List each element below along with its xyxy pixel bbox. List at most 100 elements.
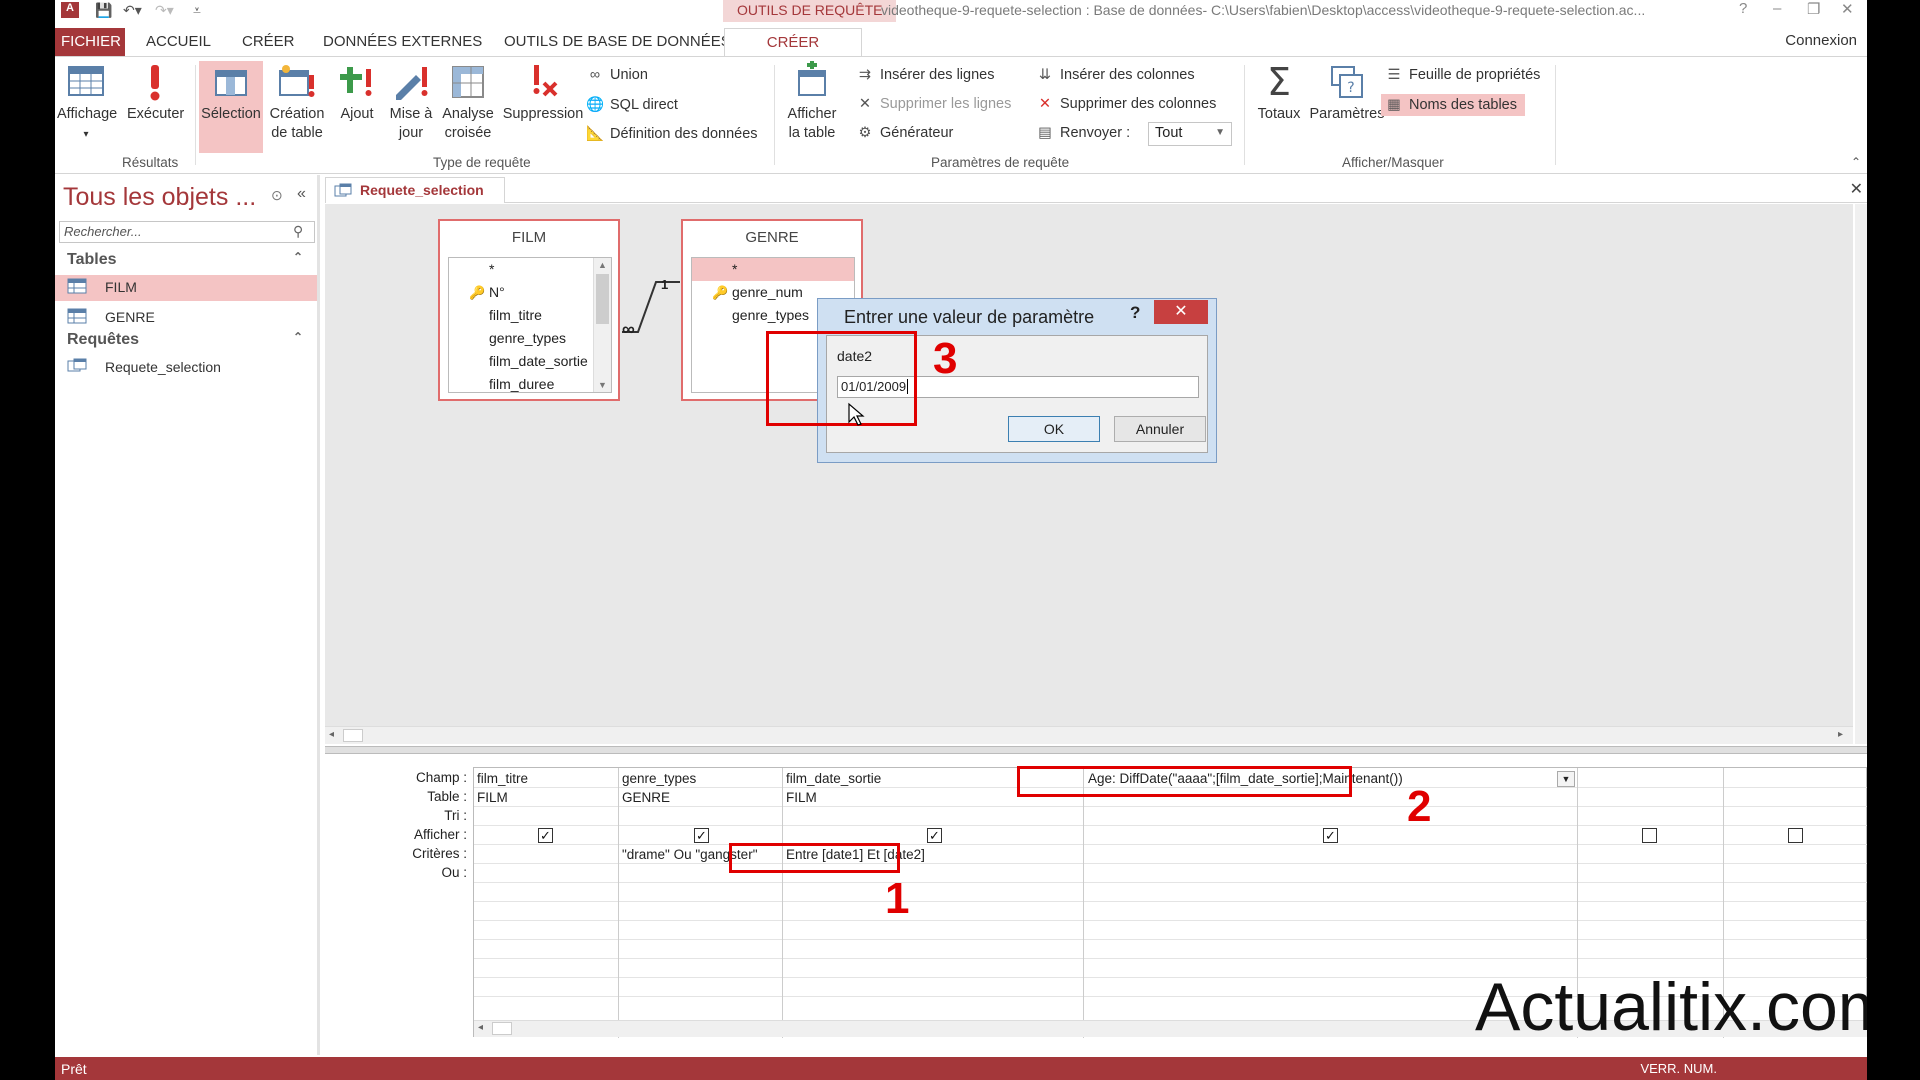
redo-icon[interactable]: ↷▾ — [155, 2, 174, 19]
close-icon[interactable]: ✕ — [1850, 179, 1863, 199]
append-icon — [340, 67, 372, 96]
scroll-thumb[interactable] — [343, 729, 363, 742]
suppression-label: Suppression — [502, 106, 584, 122]
afficher-checkbox[interactable] — [1642, 828, 1657, 843]
nav-item-requete-selection[interactable]: Requete_selection — [55, 355, 317, 381]
dialog-help-button[interactable]: ? — [1130, 303, 1140, 323]
scroll-right-icon[interactable]: ▸ — [1838, 729, 1843, 740]
parametres-button[interactable]: ? Paramètres — [1309, 61, 1385, 124]
qat-customize-icon[interactable]: ⩡ — [193, 2, 201, 19]
inserer-colonnes-button[interactable]: ⇊ Insérer des colonnes — [1036, 67, 1195, 83]
table-cell[interactable]: FILM — [786, 790, 817, 805]
ajout-button[interactable]: Ajout — [331, 61, 383, 124]
afficher-checkbox[interactable]: ✓ — [1323, 828, 1338, 843]
afficher-table-button[interactable]: Afficher la table — [781, 61, 843, 143]
group-resultats: Résultats — [122, 155, 179, 170]
scroll-left-icon[interactable]: ◂ — [478, 1022, 483, 1033]
field-list-scrollbar[interactable]: ▲ ▼ — [593, 258, 611, 392]
restore-button[interactable]: ❐ — [1807, 0, 1820, 18]
field-item[interactable]: * — [449, 258, 611, 281]
grid-column[interactable] — [783, 768, 1084, 1038]
requetes-header-label: Requêtes — [67, 331, 140, 348]
field-item[interactable]: film_date_sortie — [449, 350, 611, 373]
save-icon[interactable]: 💾 — [95, 2, 112, 19]
afficher-checkbox[interactable]: ✓ — [538, 828, 553, 843]
key-icon: 🔑 — [712, 285, 729, 300]
nav-section-requetes[interactable]: Requêtes ⌃ — [55, 328, 317, 352]
nav-title[interactable]: Tous les objets ... — [63, 183, 256, 212]
tab-outils-bdd[interactable]: OUTILS DE BASE DE DONNÉES — [498, 28, 737, 56]
table-cell[interactable]: GENRE — [622, 790, 670, 805]
group-afficher-masquer: Afficher/Masquer — [1342, 155, 1444, 170]
champ-cell[interactable]: film_date_sortie — [786, 771, 881, 786]
exclamation-icon — [150, 65, 160, 101]
nav-search-input[interactable]: Rechercher... — [59, 221, 315, 243]
undo-icon[interactable]: ↶▾ — [123, 2, 142, 19]
query-design-area[interactable]: FILM * 🔑 N° film_titre genre_types film_d… — [325, 204, 1853, 726]
design-vertical-scrollbar[interactable] — [1855, 204, 1867, 744]
executer-button[interactable]: Exécuter — [127, 61, 184, 124]
pane-splitter[interactable] — [325, 746, 1867, 754]
field-item[interactable]: film_titre — [449, 304, 611, 327]
tab-creer-context[interactable]: CRÉER — [724, 28, 862, 56]
document-tab[interactable]: Requete_selection — [325, 177, 505, 203]
tab-donnees-externes[interactable]: DONNÉES EXTERNES — [317, 28, 488, 56]
champ-cell[interactable]: film_titre — [477, 771, 528, 786]
creation-table-label: Création de table — [269, 106, 325, 141]
chevron-down-icon[interactable]: ▼ — [1557, 771, 1575, 787]
sql-direct-button[interactable]: 🌐 SQL direct — [586, 96, 678, 113]
suppression-button[interactable]: Suppression — [499, 61, 587, 124]
afficher-checkbox[interactable]: ✓ — [694, 828, 709, 843]
table-cell[interactable]: FILM — [477, 790, 508, 805]
grid-column[interactable] — [619, 768, 783, 1038]
nav-item-film[interactable]: FILM — [55, 275, 317, 301]
nav-item-label: FILM — [105, 279, 137, 295]
field-list-film[interactable]: FILM * 🔑 N° film_titre genre_types film_d… — [438, 219, 620, 401]
afficher-checkbox[interactable]: ✓ — [927, 828, 942, 843]
query-icon — [67, 358, 87, 372]
minimize-button[interactable]: – — [1773, 0, 1781, 17]
help-button[interactable]: ? — [1739, 0, 1747, 17]
inserer-lignes-button[interactable]: ⇉ Insérer des lignes — [856, 67, 995, 83]
nav-section-tables[interactable]: Tables ⌃ — [55, 248, 317, 272]
union-button[interactable]: ∞ Union — [586, 67, 648, 83]
grid-column[interactable] — [474, 768, 619, 1038]
creation-table-button[interactable]: Création de table — [265, 61, 329, 143]
selection-button[interactable]: Sélection — [199, 61, 263, 153]
collapse-pane-icon[interactable]: « — [297, 185, 306, 203]
champ-cell[interactable]: genre_types — [622, 771, 696, 786]
connexion-link[interactable]: Connexion — [1785, 32, 1857, 49]
renvoyer-select[interactable]: Tout ▼ — [1148, 122, 1232, 146]
totaux-button[interactable]: Σ Totaux — [1251, 61, 1307, 124]
query-icon — [334, 183, 352, 197]
supprimer-colonnes-button[interactable]: ✕ Supprimer des colonnes — [1036, 96, 1216, 112]
collapse-ribbon-icon[interactable]: ⌃ — [1851, 155, 1861, 169]
ok-button[interactable]: OK — [1008, 416, 1100, 442]
scroll-thumb[interactable] — [492, 1022, 512, 1035]
afficher-checkbox[interactable] — [1788, 828, 1803, 843]
noms-tables-button[interactable]: ▦ Noms des tables — [1381, 94, 1525, 116]
search-icon[interactable]: ⚲ — [293, 223, 303, 240]
field-item[interactable]: * — [692, 258, 854, 281]
feuille-proprietes-button[interactable]: ☰ Feuille de propriétés — [1385, 67, 1541, 83]
close-button[interactable]: ✕ — [1841, 0, 1854, 18]
cancel-button[interactable]: Annuler — [1114, 416, 1206, 442]
field-item[interactable]: film_duree — [449, 373, 611, 392]
tab-creer[interactable]: CRÉER — [236, 28, 301, 56]
nav-dropdown-icon[interactable]: ⊙ — [271, 187, 283, 204]
tab-accueil[interactable]: ACCUEIL — [140, 28, 217, 56]
access-logo-icon: A — [61, 2, 79, 18]
affichage-button[interactable]: Affichage ▾ — [57, 61, 117, 144]
scroll-left-icon[interactable]: ◂ — [329, 729, 334, 740]
field-item-key[interactable]: 🔑 N° — [449, 281, 611, 304]
analyse-croisee-button[interactable]: Analyse croisée — [439, 61, 497, 143]
definition-donnees-button[interactable]: 📐 Définition des données — [586, 125, 758, 142]
dialog-close-button[interactable]: ✕ — [1154, 300, 1208, 324]
document-tab-label: Requete_selection — [360, 182, 484, 198]
field-item[interactable]: genre_types — [449, 327, 611, 350]
tab-fichier[interactable]: FICHIER — [55, 28, 125, 56]
generateur-button[interactable]: ⚙ Générateur — [856, 125, 954, 141]
design-horizontal-scrollbar[interactable]: ◂ ▸ — [325, 726, 1853, 744]
mise-a-jour-button[interactable]: Mise à jour — [385, 61, 437, 143]
sql-direct-label: SQL direct — [610, 97, 678, 113]
